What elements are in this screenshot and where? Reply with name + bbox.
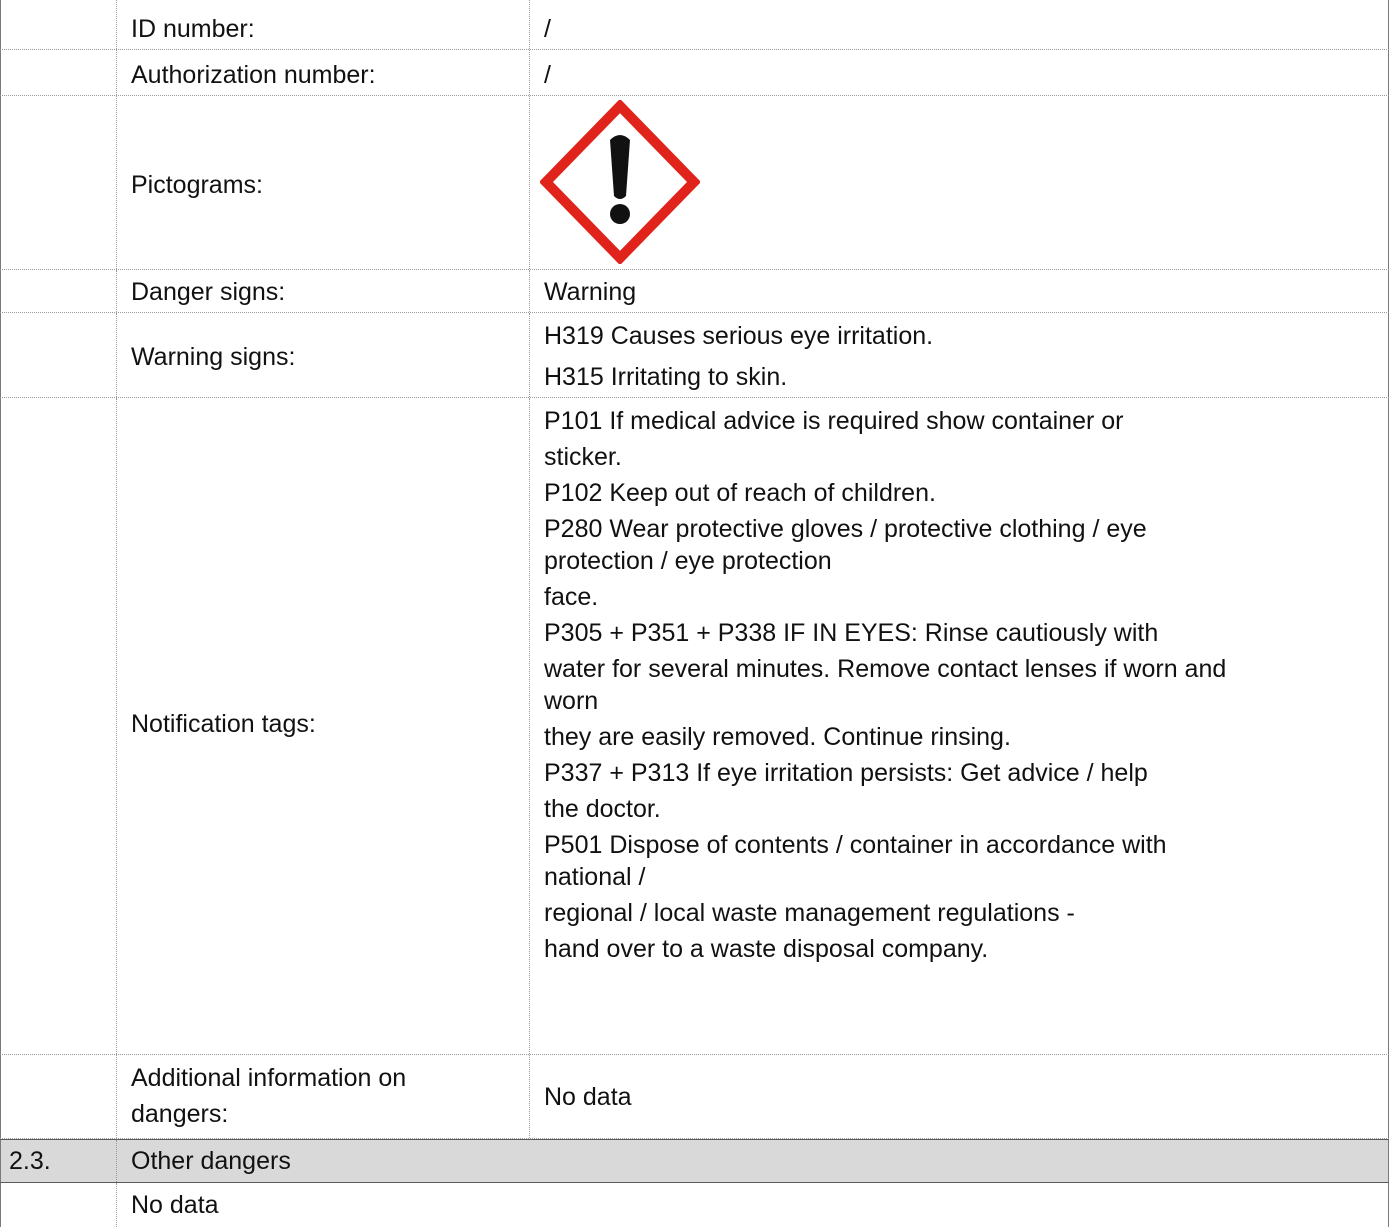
row-id-number: ID number: / (0, 0, 1389, 50)
hazard-identification-table: ID number: / Authorization number: / Pic… (0, 0, 1389, 1227)
precaution-line: face. (544, 583, 599, 611)
row-authorization-number: Authorization number: / (0, 50, 1389, 96)
additional-info-value: No data (544, 1083, 632, 1111)
warning-sign-h315: H315 Irritating to skin. (544, 363, 788, 391)
warning-sign-h319: H319 Causes serious eye irritation. (544, 322, 934, 350)
precaution-line: P101 If medical advice is required show … (544, 407, 1124, 435)
notification-tags-label: Notification tags: (131, 710, 316, 738)
row-other-dangers-content: No data (0, 1183, 1389, 1227)
precaution-line: P305 + P351 + P338 IF IN EYES: Rinse cau… (544, 619, 1159, 647)
precaution-line: P337 + P313 If eye irritation persists: … (544, 759, 1148, 787)
precaution-line: they are easily removed. Continue rinsin… (544, 723, 1011, 751)
additional-info-label-line2: dangers: (131, 1100, 229, 1128)
row-warning-signs: Warning signs: H319 Causes serious eye i… (0, 313, 1389, 398)
additional-info-label-line1: Additional information on (131, 1064, 407, 1092)
row-pictograms: Pictograms: (0, 96, 1389, 270)
pictograms-label: Pictograms: (131, 171, 263, 199)
precaution-line: P501 Dispose of contents / container in … (544, 831, 1167, 859)
authorization-number-value: / (544, 61, 551, 89)
danger-signs-value: Warning (544, 278, 637, 306)
row-danger-signs: Danger signs: Warning (0, 270, 1389, 313)
precaution-line: regional / local waste management regula… (544, 899, 1075, 927)
section-title: Other dangers (131, 1147, 291, 1175)
section-header-other-dangers: 2.3. Other dangers (0, 1139, 1389, 1183)
precaution-line: sticker. (544, 443, 622, 471)
precaution-line: national / (544, 863, 646, 891)
warning-signs-list: H319 Causes serious eye irritation. H315… (544, 321, 1376, 392)
notification-tags-list: P101 If medical advice is required show … (544, 406, 1376, 964)
row-additional-information: Additional information on dangers: No da… (0, 1055, 1389, 1139)
exclamation-mark-hazard-icon (540, 100, 700, 264)
id-number-value: / (544, 15, 551, 43)
precaution-line: protection / eye protection (544, 547, 832, 575)
row-notification-tags: Notification tags: P101 If medical advic… (0, 398, 1389, 1055)
precaution-line: P280 Wear protective gloves / protective… (544, 515, 1147, 543)
other-dangers-value: No data (131, 1191, 219, 1219)
id-number-label: ID number: (131, 15, 255, 43)
precaution-line: P102 Keep out of reach of children. (544, 479, 936, 507)
precaution-line: water for several minutes. Remove contac… (544, 655, 1227, 683)
danger-signs-label: Danger signs: (131, 278, 286, 306)
section-number: 2.3. (9, 1147, 51, 1175)
warning-signs-label: Warning signs: (131, 343, 296, 371)
precaution-line: hand over to a waste disposal company. (544, 935, 989, 963)
precaution-line: worn (544, 687, 599, 715)
authorization-number-label: Authorization number: (131, 61, 376, 89)
precaution-line: the doctor. (544, 795, 661, 823)
